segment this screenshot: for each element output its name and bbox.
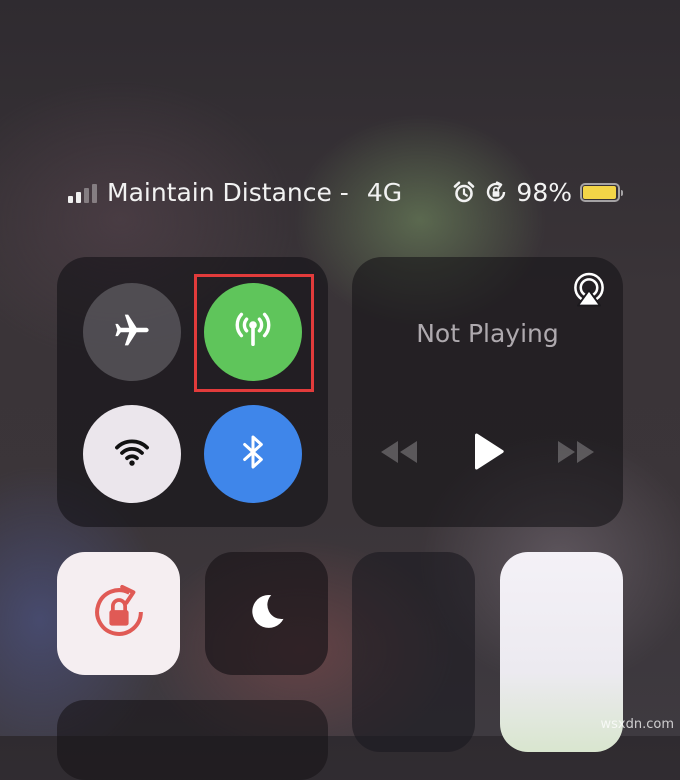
- carrier-name: Maintain Distance -: [107, 177, 349, 207]
- wifi-icon: [113, 433, 151, 475]
- cellular-signal-icon: [68, 181, 97, 203]
- control-center: Maintain Distance - 4G 98% Not Playing w…: [0, 0, 680, 780]
- status-bar: Maintain Distance - 4G 98%: [68, 172, 628, 212]
- airplane-mode-toggle[interactable]: [83, 283, 181, 381]
- rotation-lock-status-icon: [484, 180, 508, 204]
- screen-mirroring-tile[interactable]: [57, 700, 328, 780]
- play-icon[interactable]: [470, 432, 506, 472]
- now-playing-module[interactable]: Not Playing: [352, 257, 623, 527]
- bluetooth-icon: [233, 432, 273, 476]
- rotation-lock-toggle[interactable]: [57, 552, 180, 675]
- watermark: wsxdn.com: [600, 717, 675, 732]
- bluetooth-toggle[interactable]: [204, 405, 302, 503]
- moon-icon: [244, 589, 290, 639]
- now-playing-title: Not Playing: [416, 319, 559, 348]
- alarm-icon: [452, 180, 476, 204]
- airplane-icon: [111, 309, 153, 355]
- battery-percent: 98%: [516, 177, 572, 207]
- next-track-icon[interactable]: [557, 432, 595, 472]
- rotation-lock-icon: [87, 580, 151, 648]
- do-not-disturb-toggle[interactable]: [205, 552, 328, 675]
- highlight-box: [194, 274, 314, 392]
- battery-icon: [580, 182, 623, 202]
- playback-controls: [352, 432, 623, 472]
- airplay-icon[interactable]: [570, 271, 608, 313]
- previous-track-icon[interactable]: [380, 432, 418, 472]
- wifi-toggle[interactable]: [83, 405, 181, 503]
- network-type: 4G: [366, 177, 403, 207]
- brightness-slider[interactable]: [352, 552, 475, 752]
